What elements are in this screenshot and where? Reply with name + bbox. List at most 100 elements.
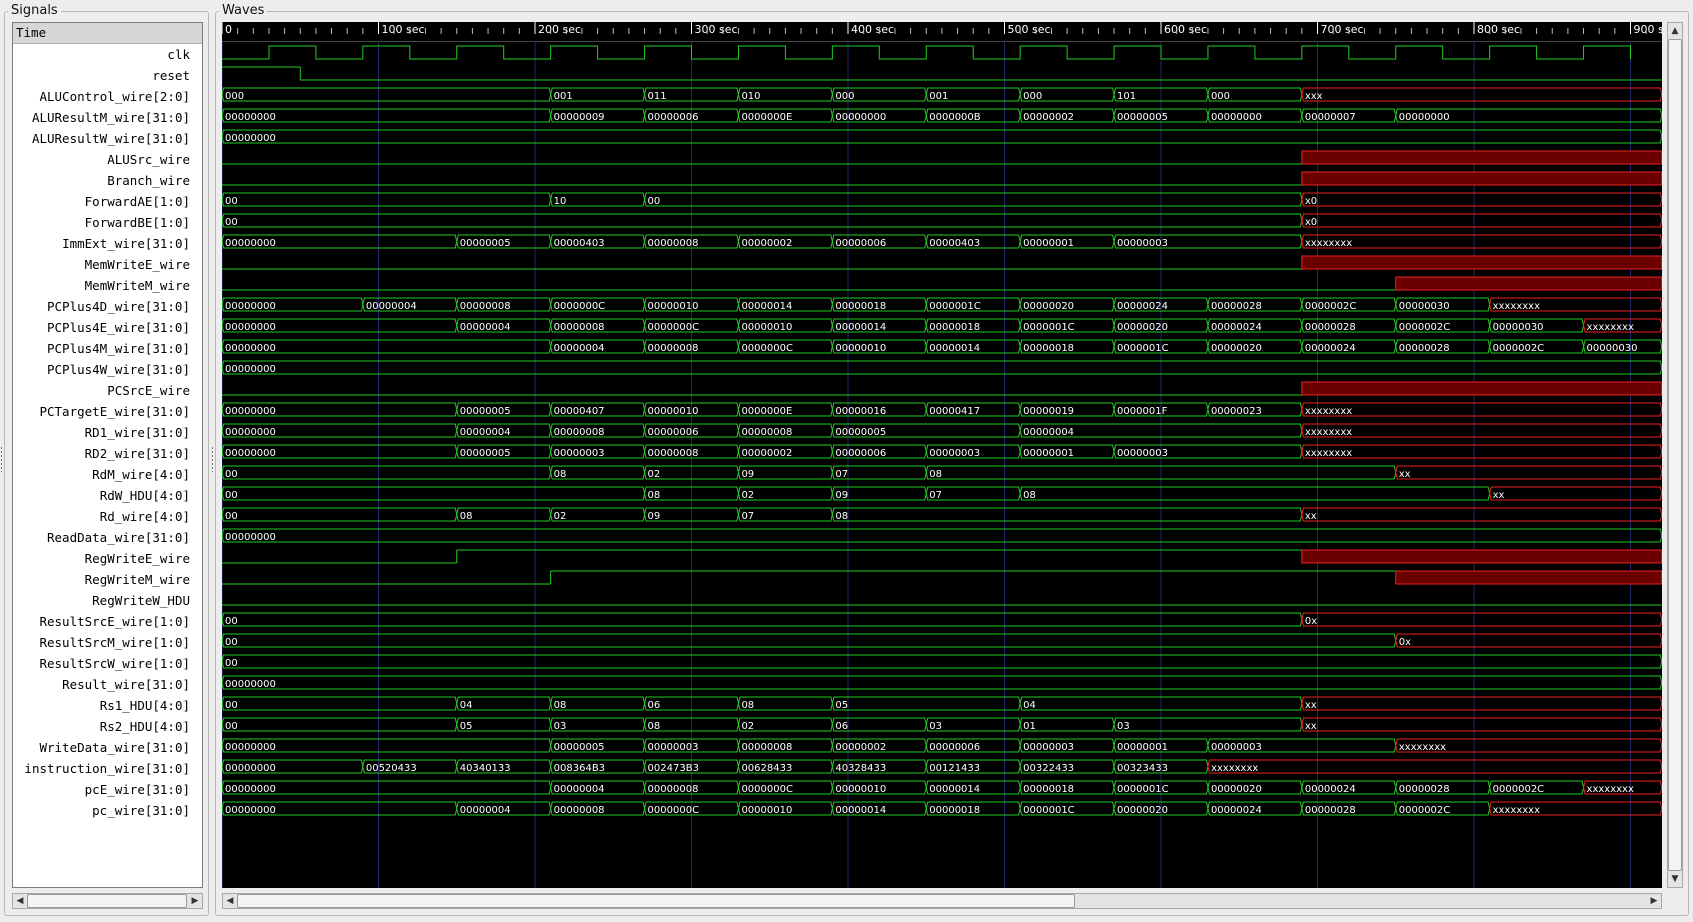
bus-segment bbox=[222, 465, 552, 480]
signal-name-row[interactable]: ImmExt_wire[31:0] bbox=[13, 233, 202, 254]
signal-name-row[interactable]: RdM_wire[4:0] bbox=[13, 464, 202, 485]
signal-name-row[interactable]: RegWriteW_HDU bbox=[13, 590, 202, 611]
bus-value-label: 000 bbox=[225, 91, 244, 102]
signal-name-row[interactable]: RdW_HDU[4:0] bbox=[13, 485, 202, 506]
undefined-bus-segment bbox=[1301, 87, 1662, 102]
signal-name-row[interactable]: Branch_wire bbox=[13, 170, 202, 191]
signal-name-row[interactable]: instruction_wire[31:0] bbox=[13, 758, 202, 779]
bus-value-label: 00 bbox=[225, 490, 238, 501]
scroll-left-icon[interactable]: ◀ bbox=[13, 894, 27, 908]
bus-value-label: 00000000 bbox=[225, 427, 276, 438]
bus-value-label: 00000007 bbox=[1305, 112, 1356, 123]
signals-list[interactable]: Time clk reset ALUControl_wire[2:0] ALUResu… bbox=[12, 22, 203, 888]
signal-name-row[interactable]: RegWriteM_wire bbox=[13, 569, 202, 590]
signal-name-row[interactable]: Result_wire[31:0] bbox=[13, 674, 202, 695]
bus-value-label: 00000000 bbox=[225, 742, 276, 753]
bus-value-label: 00000000 bbox=[225, 112, 276, 123]
bus-value-label: 00 bbox=[225, 658, 238, 669]
signal-name-row[interactable]: ForwardAE[1:0] bbox=[13, 191, 202, 212]
signal-name-row[interactable]: MemWriteM_wire bbox=[13, 275, 202, 296]
bus-value-label: 00000020 bbox=[1211, 343, 1262, 354]
undefined-segment bbox=[1395, 570, 1662, 585]
signal-name-row[interactable]: ALUResultW_wire[31:0] bbox=[13, 128, 202, 149]
bus-value-label: xx bbox=[1305, 700, 1317, 711]
scroll-right-icon[interactable]: ▶ bbox=[1647, 894, 1661, 908]
signal-name-row[interactable]: ReadData_wire[31:0] bbox=[13, 527, 202, 548]
bus-value-label: 00000002 bbox=[741, 238, 792, 249]
waves-vscrollbar[interactable]: ▲ ▼ bbox=[1667, 22, 1683, 888]
bus-value-label: xxxxxxxx bbox=[1587, 784, 1634, 795]
bus-value-label: 40328433 bbox=[835, 763, 886, 774]
bus-value-label: 00000008 bbox=[741, 427, 792, 438]
signal-name-row[interactable]: ResultSrcE_wire[1:0] bbox=[13, 611, 202, 632]
bus-value-label: 08 bbox=[648, 721, 661, 732]
scroll-up-icon[interactable]: ▲ bbox=[1668, 24, 1682, 38]
signal-name-row[interactable]: Rd_wire[4:0] bbox=[13, 506, 202, 527]
signal-name-row[interactable]: PCPlus4D_wire[31:0] bbox=[13, 296, 202, 317]
signal-name-row[interactable]: Rs2_HDU[4:0] bbox=[13, 716, 202, 737]
undefined-bus-segment bbox=[1395, 465, 1662, 480]
bus-value-label: 06 bbox=[835, 721, 848, 732]
bus-value-label: xx bbox=[1399, 469, 1411, 480]
signal-name-row[interactable]: pcE_wire[31:0] bbox=[13, 779, 202, 800]
bus-segment bbox=[222, 192, 552, 207]
undefined-bus-segment bbox=[1489, 486, 1662, 501]
bus-value-label: 00000024 bbox=[1211, 322, 1262, 333]
pane-divider-grip-icon[interactable] bbox=[211, 446, 214, 472]
bus-value-label: 07 bbox=[929, 490, 942, 501]
bus-value-label: 00000024 bbox=[1117, 301, 1168, 312]
bus-value-label: 00000008 bbox=[648, 238, 699, 249]
waveform-display[interactable]: 0 100 sec 200 sec 300 sec 400 sec 500 sec 600 … bbox=[222, 22, 1662, 888]
signal-name-row[interactable]: RD1_wire[31:0] bbox=[13, 422, 202, 443]
signal-name-row[interactable]: PCPlus4E_wire[31:0] bbox=[13, 317, 202, 338]
scroll-right-icon[interactable]: ▶ bbox=[188, 894, 202, 908]
waves-hscrollbar[interactable]: ◀ ▶ bbox=[222, 893, 1662, 909]
signal-name-row[interactable]: ResultSrcM_wire[1:0] bbox=[13, 632, 202, 653]
bus-value-label: 00000020 bbox=[1211, 784, 1262, 795]
signal-name-row[interactable]: PCPlus4W_wire[31:0] bbox=[13, 359, 202, 380]
undefined-segment bbox=[1301, 150, 1662, 165]
bus-value-label: 05 bbox=[835, 700, 848, 711]
bus-value-label: 00000010 bbox=[741, 322, 792, 333]
signal-name-row[interactable]: WriteData_wire[31:0] bbox=[13, 737, 202, 758]
bus-segment bbox=[222, 528, 1662, 543]
bus-value-label: 00000000 bbox=[225, 448, 276, 459]
bus-value-label: 00000020 bbox=[1117, 805, 1168, 816]
signal-name-row[interactable]: RD2_wire[31:0] bbox=[13, 443, 202, 464]
signal-name-row[interactable]: clk bbox=[13, 44, 202, 65]
bus-value-label: 00 bbox=[225, 616, 238, 627]
left-pane-grip-icon[interactable] bbox=[0, 446, 3, 472]
bus-value-label: 02 bbox=[648, 469, 661, 480]
bus-value-label: 00000000 bbox=[225, 784, 276, 795]
undefined-bus-segment bbox=[1301, 192, 1662, 207]
bus-segment bbox=[222, 129, 1662, 144]
scroll-down-icon[interactable]: ▼ bbox=[1668, 872, 1682, 886]
bus-value-label: 00000006 bbox=[835, 448, 886, 459]
waves-vscroll-thumb[interactable] bbox=[1668, 39, 1682, 871]
bus-segment bbox=[222, 486, 646, 501]
signal-name-row[interactable]: ALUResultM_wire[31:0] bbox=[13, 107, 202, 128]
bus-value-label: 00000028 bbox=[1305, 805, 1356, 816]
signal-name-row[interactable]: pc_wire[31:0] bbox=[13, 800, 202, 821]
signal-name-row[interactable]: RegWriteE_wire bbox=[13, 548, 202, 569]
signal-name-row[interactable]: PCSrcE_wire bbox=[13, 380, 202, 401]
signal-name-row[interactable]: ALUSrc_wire bbox=[13, 149, 202, 170]
bus-value-label: 0x bbox=[1305, 616, 1317, 627]
signal-name-row[interactable]: ResultSrcW_wire[1:0] bbox=[13, 653, 202, 674]
scroll-left-icon[interactable]: ◀ bbox=[223, 894, 237, 908]
waves-hscroll-thumb[interactable] bbox=[237, 894, 1075, 908]
signal-name-row[interactable]: PCTargetE_wire[31:0] bbox=[13, 401, 202, 422]
signal-name-row[interactable]: reset bbox=[13, 65, 202, 86]
signal-name-row[interactable]: ALUControl_wire[2:0] bbox=[13, 86, 202, 107]
signals-hscrollbar[interactable]: ◀ ▶ bbox=[12, 893, 203, 909]
bus-value-label: xxxxxxxx bbox=[1305, 448, 1352, 459]
signal-name-row[interactable]: ForwardBE[1:0] bbox=[13, 212, 202, 233]
signal-name-row[interactable]: MemWriteE_wire bbox=[13, 254, 202, 275]
signal-name-row[interactable]: Rs1_HDU[4:0] bbox=[13, 695, 202, 716]
bus-value-label: 02 bbox=[554, 511, 567, 522]
bus-value-label: 0000002C bbox=[1493, 343, 1545, 354]
undefined-segment bbox=[1301, 255, 1662, 270]
signals-hscroll-thumb[interactable] bbox=[27, 894, 187, 908]
waves-canvas[interactable]: 0 100 sec 200 sec 300 sec 400 sec 500 sec 600 … bbox=[222, 22, 1662, 888]
signal-name-row[interactable]: PCPlus4M_wire[31:0] bbox=[13, 338, 202, 359]
